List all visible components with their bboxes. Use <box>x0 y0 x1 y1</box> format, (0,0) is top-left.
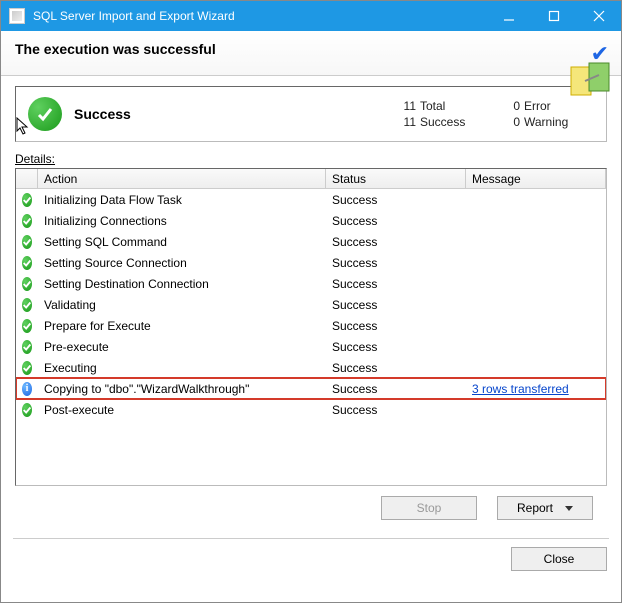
row-action: Copying to "dbo"."WizardWalkthrough" <box>38 382 326 396</box>
row-action: Post-execute <box>38 403 326 417</box>
success-icon <box>22 235 32 249</box>
row-status: Success <box>326 193 466 207</box>
summary-status-text: Success <box>74 106 396 122</box>
minimize-icon <box>503 10 515 22</box>
row-action: Setting Destination Connection <box>38 277 326 291</box>
row-status: Success <box>326 235 466 249</box>
details-grid: Action Status Message Initializing Data … <box>15 168 607 486</box>
success-label: Success <box>420 115 500 129</box>
grid-body: Initializing Data Flow TaskSuccessInitia… <box>16 189 606 420</box>
success-icon <box>22 193 32 207</box>
row-icon-cell <box>16 361 38 375</box>
grid-header-action[interactable]: Action <box>38 169 326 188</box>
summary-success-icon <box>28 97 62 131</box>
total-label: Total <box>420 99 500 113</box>
row-status: Success <box>326 214 466 228</box>
row-action: Prepare for Execute <box>38 319 326 333</box>
table-row[interactable]: ExecutingSuccess <box>16 357 606 378</box>
chevron-down-icon <box>565 506 573 511</box>
wizard-header: The execution was successful ✔ <box>1 31 621 76</box>
table-row[interactable]: Post-executeSuccess <box>16 399 606 420</box>
row-icon-cell <box>16 298 38 312</box>
titlebar: SQL Server Import and Export Wizard <box>1 1 621 31</box>
window-buttons <box>486 1 621 31</box>
row-icon-cell <box>16 403 38 417</box>
row-status: Success <box>326 319 466 333</box>
grid-header-row: Action Status Message <box>16 169 606 189</box>
success-icon <box>22 319 32 333</box>
row-icon-cell <box>16 193 38 207</box>
table-row[interactable]: Prepare for ExecuteSuccess <box>16 315 606 336</box>
app-icon <box>9 8 25 24</box>
warning-label: Warning <box>524 115 594 129</box>
success-icon <box>22 340 32 354</box>
table-row[interactable]: Setting SQL CommandSuccess <box>16 231 606 252</box>
row-icon-cell <box>16 214 38 228</box>
success-icon <box>22 298 32 312</box>
table-row[interactable]: Initializing ConnectionsSuccess <box>16 210 606 231</box>
message-link[interactable]: 3 rows transferred <box>472 382 569 396</box>
total-count: 11 <box>396 99 420 113</box>
table-row[interactable]: i Copying to "dbo"."WizardWalkthrough"Suc… <box>16 378 606 399</box>
row-status: Success <box>326 361 466 375</box>
window-title: SQL Server Import and Export Wizard <box>33 9 486 23</box>
table-row[interactable]: Pre-executeSuccess <box>16 336 606 357</box>
row-status: Success <box>326 340 466 354</box>
content-area: Success 11 Total 0 Error 11 Success 0 Wa… <box>1 76 621 534</box>
close-row: Close <box>1 539 621 583</box>
close-window-button[interactable] <box>576 1 621 31</box>
grid-header-icon[interactable] <box>16 169 38 188</box>
maximize-button[interactable] <box>531 1 576 31</box>
row-status: Success <box>326 403 466 417</box>
table-row[interactable]: Setting Destination ConnectionSuccess <box>16 273 606 294</box>
stop-button: Stop <box>381 496 477 520</box>
close-button[interactable]: Close <box>511 547 607 571</box>
table-row[interactable]: ValidatingSuccess <box>16 294 606 315</box>
summary-stats: 11 Total 0 Error 11 Success 0 Warning <box>396 99 594 129</box>
row-status: Success <box>326 382 466 396</box>
row-status: Success <box>326 298 466 312</box>
row-status: Success <box>326 277 466 291</box>
table-row[interactable]: Initializing Data Flow TaskSuccess <box>16 189 606 210</box>
row-action: Pre-execute <box>38 340 326 354</box>
minimize-button[interactable] <box>486 1 531 31</box>
cursor-icon <box>14 117 32 135</box>
success-count: 11 <box>396 115 420 129</box>
row-action: Initializing Data Flow Task <box>38 193 326 207</box>
table-row[interactable]: Setting Source ConnectionSuccess <box>16 252 606 273</box>
report-button[interactable]: Report <box>497 496 593 520</box>
row-icon-cell <box>16 340 38 354</box>
page-heading: The execution was successful <box>15 41 607 57</box>
row-action: Setting SQL Command <box>38 235 326 249</box>
success-icon <box>22 277 32 291</box>
row-action: Setting Source Connection <box>38 256 326 270</box>
success-icon <box>22 361 32 375</box>
row-action: Initializing Connections <box>38 214 326 228</box>
action-buttons-row: Stop Report <box>15 486 607 528</box>
row-status: Success <box>326 256 466 270</box>
error-label: Error <box>524 99 594 113</box>
row-action: Executing <box>38 361 326 375</box>
details-label: Details: <box>15 152 607 166</box>
error-count: 0 <box>500 99 524 113</box>
info-icon: i <box>22 382 32 396</box>
row-icon-cell <box>16 277 38 291</box>
close-icon <box>593 10 605 22</box>
wizard-art-icon <box>565 61 615 101</box>
row-action: Validating <box>38 298 326 312</box>
row-icon-cell <box>16 235 38 249</box>
row-message: 3 rows transferred <box>466 382 606 396</box>
warning-count: 0 <box>500 115 524 129</box>
grid-header-message[interactable]: Message <box>466 169 606 188</box>
row-icon-cell <box>16 256 38 270</box>
success-icon <box>22 403 32 417</box>
summary-panel: Success 11 Total 0 Error 11 Success 0 Wa… <box>15 86 607 142</box>
maximize-icon <box>548 10 560 22</box>
success-icon <box>22 256 32 270</box>
grid-header-status[interactable]: Status <box>326 169 466 188</box>
row-icon-cell <box>16 319 38 333</box>
report-button-label: Report <box>517 501 553 515</box>
row-icon-cell: i <box>16 382 38 396</box>
success-icon <box>22 214 32 228</box>
